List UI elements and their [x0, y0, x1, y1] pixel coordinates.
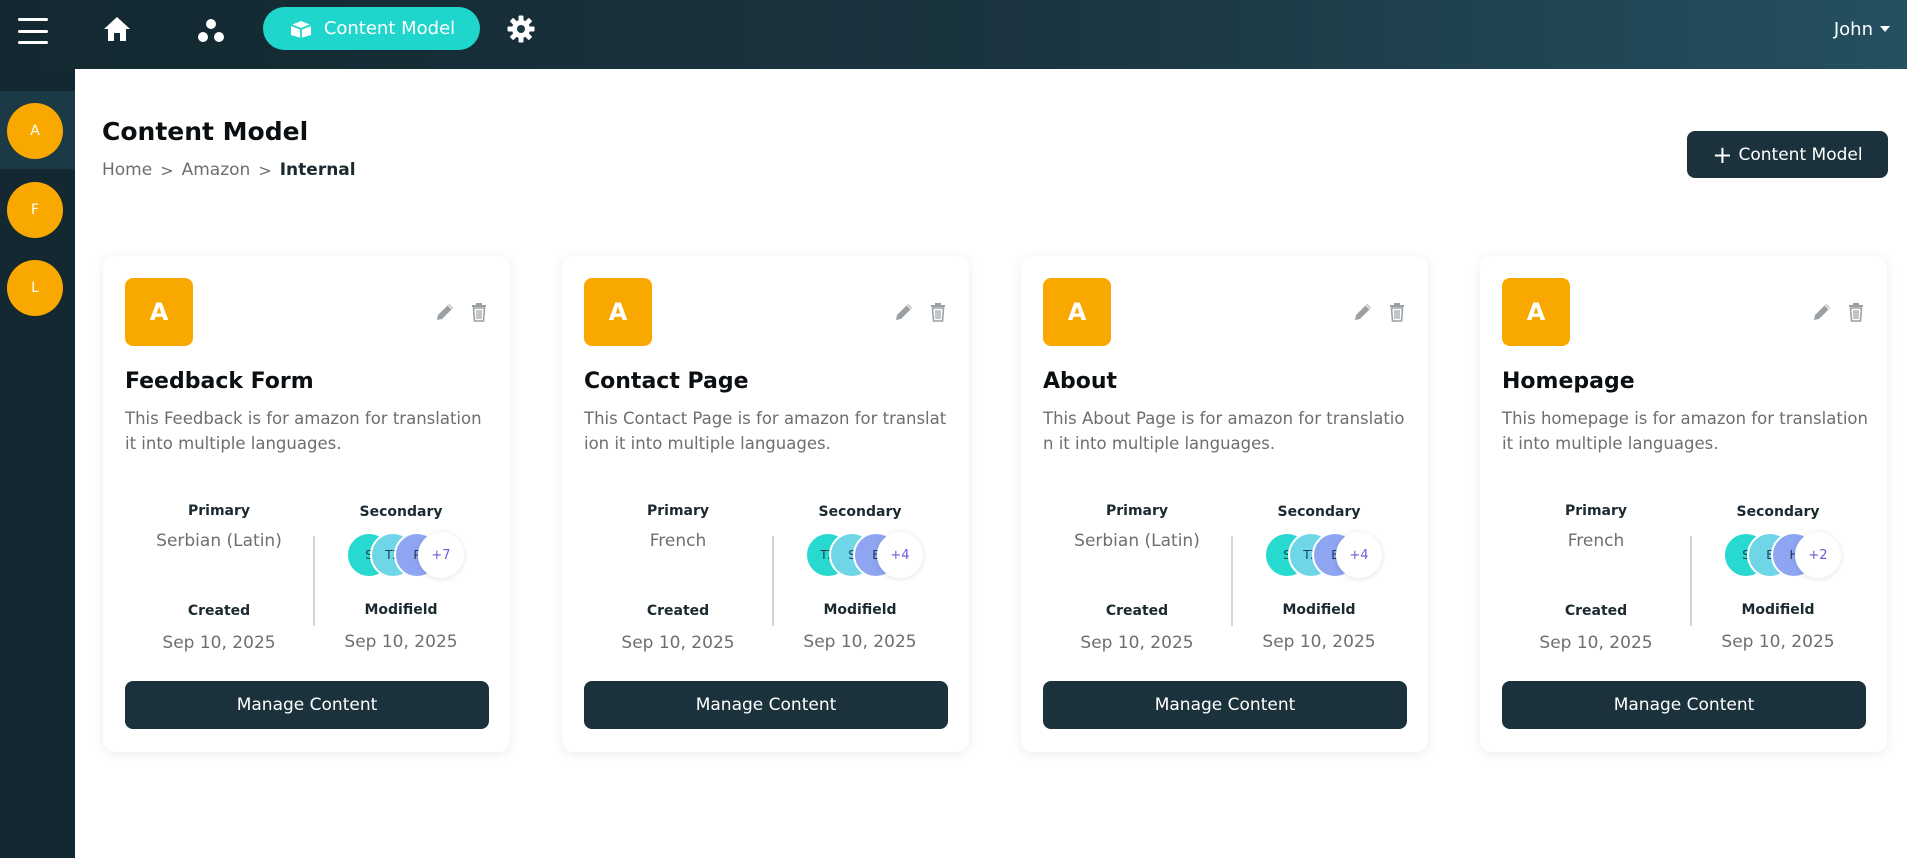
- modified-label: Modifield: [1741, 602, 1815, 618]
- boxes-icon: [290, 20, 312, 38]
- pencil-icon[interactable]: [433, 300, 457, 324]
- primary-label: Primary: [1105, 503, 1169, 519]
- primary-label: Primary: [1564, 503, 1628, 519]
- secondary-more-count[interactable]: +7: [418, 532, 464, 578]
- card-divider: [1231, 536, 1233, 626]
- modified-date: Sep 10, 2025: [1262, 632, 1376, 652]
- card-description: This About Page is for amazon for transl…: [1043, 409, 1405, 453]
- menu-icon[interactable]: [18, 18, 48, 44]
- primary-language: Serbian (Latin): [156, 531, 282, 551]
- content-model-card: A Contact Page This Contact Page is for …: [562, 256, 969, 752]
- user-name: John: [1833, 18, 1873, 40]
- breadcrumb-home[interactable]: Home: [102, 160, 152, 180]
- card-divider: [1690, 536, 1692, 626]
- primary-language: French: [1567, 531, 1625, 551]
- modified-date: Sep 10, 2025: [1721, 632, 1835, 652]
- content-model-card: A About This About Page is for amazon fo…: [1021, 256, 1428, 752]
- user-menu[interactable]: John: [1826, 18, 1890, 40]
- manage-content-button[interactable]: Manage Content: [125, 681, 489, 729]
- home-icon[interactable]: [100, 13, 134, 45]
- secondary-label: Secondary: [818, 504, 902, 520]
- chevron-right-icon: >: [160, 160, 174, 180]
- card-title: Homepage: [1502, 369, 1635, 394]
- modified-date: Sep 10, 2025: [344, 632, 458, 652]
- card-badge: A: [584, 278, 652, 346]
- card-badge: A: [125, 278, 193, 346]
- created-label: Created: [646, 603, 710, 619]
- trash-icon[interactable]: [1844, 300, 1868, 324]
- created-label: Created: [187, 603, 251, 619]
- card-description: This homepage is for amazon for translat…: [1502, 409, 1868, 453]
- card-title: About: [1043, 369, 1118, 394]
- primary-label: Primary: [646, 503, 710, 519]
- caret-down-icon: [1880, 26, 1890, 32]
- modified-date: Sep 10, 2025: [803, 632, 917, 652]
- card-divider: [772, 536, 774, 626]
- card-badge: A: [1502, 278, 1570, 346]
- secondary-languages: TZ S E +4: [805, 532, 923, 578]
- content-model-card: A Homepage This homepage is for amazon f…: [1480, 256, 1887, 752]
- secondary-more-count[interactable]: +2: [1795, 532, 1841, 578]
- primary-language: Serbian (Latin): [1074, 531, 1200, 551]
- plus-icon: +: [1712, 140, 1733, 169]
- sidebar-avatar-f[interactable]: F: [7, 182, 63, 238]
- created-date: Sep 10, 2025: [1080, 633, 1194, 653]
- sidebar: A F L: [0, 69, 75, 858]
- manage-content-button[interactable]: Manage Content: [584, 681, 948, 729]
- secondary-languages: S TZ E +4: [1264, 532, 1382, 578]
- secondary-label: Secondary: [1277, 504, 1361, 520]
- modified-label: Modifield: [823, 602, 897, 618]
- card-description: This Contact Page is for amazon for tran…: [584, 409, 947, 453]
- content-model-nav-label: Content Model: [323, 18, 456, 39]
- pencil-icon[interactable]: [892, 300, 916, 324]
- created-label: Created: [1564, 603, 1628, 619]
- card-title: Contact Page: [584, 369, 749, 394]
- breadcrumb: Home > Amazon > Internal: [102, 160, 356, 180]
- pencil-icon[interactable]: [1810, 300, 1834, 324]
- card-description: This Feedback is for amazon for translat…: [125, 409, 482, 453]
- trash-icon[interactable]: [926, 300, 950, 324]
- primary-label: Primary: [187, 503, 251, 519]
- created-date: Sep 10, 2025: [1539, 633, 1653, 653]
- card-badge: A: [1043, 278, 1111, 346]
- created-date: Sep 10, 2025: [162, 633, 276, 653]
- page-title: Content Model: [102, 117, 309, 146]
- trash-icon[interactable]: [1385, 300, 1409, 324]
- secondary-languages: S TZ P +7: [346, 532, 464, 578]
- created-date: Sep 10, 2025: [621, 633, 735, 653]
- top-navbar: Content Model John: [0, 0, 1907, 69]
- sidebar-avatar-l[interactable]: L: [7, 260, 63, 316]
- sidebar-avatar-a[interactable]: A: [7, 103, 63, 159]
- add-content-model-label: Content Model: [1738, 144, 1863, 165]
- card-title: Feedback Form: [125, 369, 314, 394]
- gear-icon[interactable]: [505, 13, 537, 45]
- pencil-icon[interactable]: [1351, 300, 1375, 324]
- modified-label: Modifield: [1282, 602, 1356, 618]
- add-content-model-button[interactable]: + Content Model: [1687, 131, 1888, 178]
- created-label: Created: [1105, 603, 1169, 619]
- secondary-label: Secondary: [1736, 504, 1820, 520]
- secondary-label: Secondary: [359, 504, 443, 520]
- secondary-languages: S E H +2: [1723, 532, 1841, 578]
- secondary-more-count[interactable]: +4: [877, 532, 923, 578]
- primary-language: French: [649, 531, 707, 551]
- manage-content-button[interactable]: Manage Content: [1043, 681, 1407, 729]
- manage-content-button[interactable]: Manage Content: [1502, 681, 1866, 729]
- breadcrumb-internal: Internal: [279, 160, 356, 180]
- card-divider: [313, 536, 315, 626]
- content-model-nav-button[interactable]: Content Model: [263, 7, 480, 50]
- secondary-more-count[interactable]: +4: [1336, 532, 1382, 578]
- chevron-right-icon: >: [258, 160, 272, 180]
- breadcrumb-amazon[interactable]: Amazon: [182, 160, 251, 180]
- organization-icon[interactable]: [194, 15, 228, 47]
- content-model-card: A Feedback Form This Feedback is for ama…: [103, 256, 510, 752]
- modified-label: Modifield: [364, 602, 438, 618]
- trash-icon[interactable]: [467, 300, 491, 324]
